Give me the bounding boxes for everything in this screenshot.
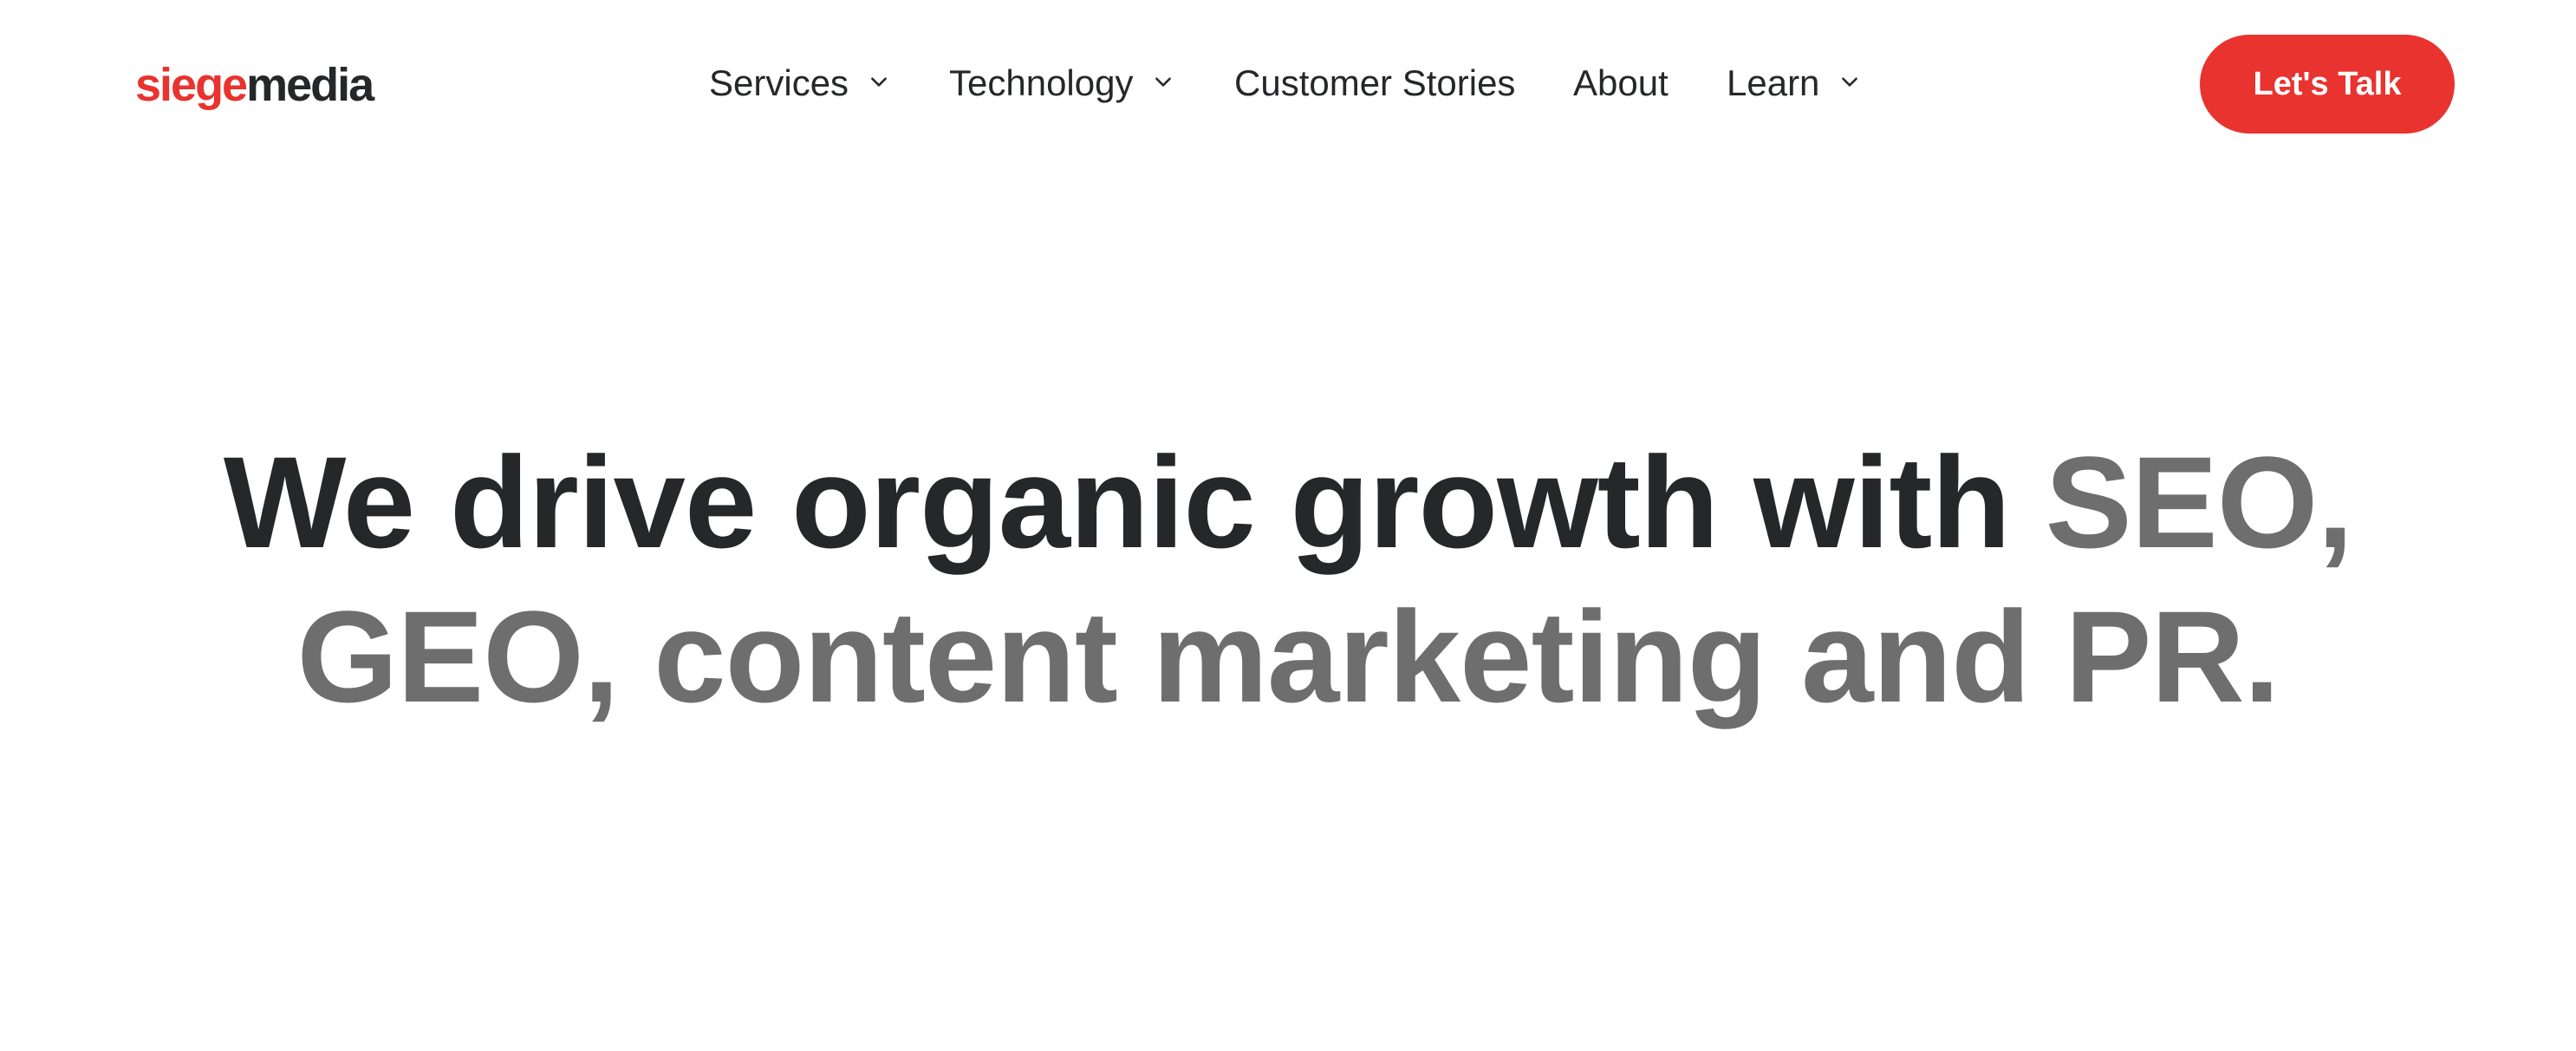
nav-item-services[interactable]: Services [709, 52, 890, 114]
nav-item-about[interactable]: About [1573, 52, 1669, 114]
nav-item-label: Services [709, 62, 849, 103]
hero-headline: We drive organic growth with SEO, GEO, c… [0, 425, 2576, 734]
nav-item-learn[interactable]: Learn [1727, 52, 1861, 114]
hero-headline-grey-1: SEO, [2045, 429, 2353, 575]
chevron-down-icon [1838, 70, 1861, 93]
hero-headline-grey-2: GEO, content marketing and PR. [296, 584, 2280, 729]
nav-item-label: Learn [1727, 62, 1820, 103]
chevron-down-icon [1152, 70, 1174, 93]
nav-item-label: About [1573, 62, 1669, 103]
nav-item-label: Technology [949, 62, 1134, 103]
chevron-down-icon [868, 70, 890, 93]
logo-text-siege: siege [135, 59, 248, 111]
siege-media-logo[interactable]: siegemedia [135, 54, 374, 116]
nav-item-technology[interactable]: Technology [949, 52, 1174, 114]
nav-item-label: Customer Stories [1234, 62, 1516, 103]
hero-headline-dark: We drive organic growth with [223, 429, 2011, 575]
logo-text-media: media [246, 59, 374, 111]
nav-item-customer-stories[interactable]: Customer Stories [1234, 52, 1515, 114]
site-header: siegemedia Services Technology Customer … [0, 0, 2576, 168]
lets-talk-button[interactable]: Let's Talk [2200, 35, 2455, 134]
